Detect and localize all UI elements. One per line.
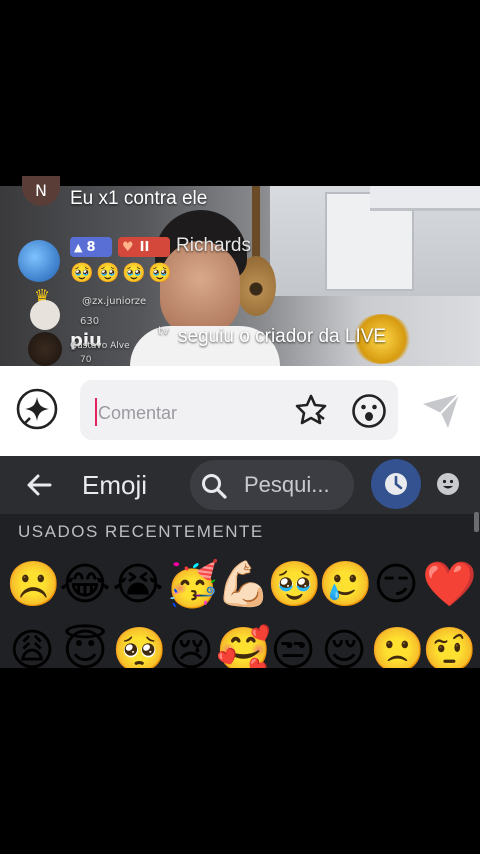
keyboard-title: Emoji: [82, 470, 148, 500]
back-arrow-icon[interactable]: [22, 468, 56, 502]
emoji-key[interactable]: ❤️: [422, 558, 477, 612]
chat-message-1: Eu x1 contra ele: [70, 188, 208, 209]
chat-subtext-3: 630: [80, 316, 100, 327]
comment-input[interactable]: [96, 398, 280, 428]
letterbox-bottom: [0, 668, 480, 854]
level-badge: ▲ 8: [70, 237, 112, 257]
sticker-icon[interactable]: [294, 393, 328, 427]
emoji-key[interactable]: 🥲: [318, 558, 373, 612]
chat-subtext-4: Gustavo Alve: [70, 341, 130, 351]
scrollbar[interactable]: [474, 512, 479, 532]
fan-badge: ♥ II: [118, 237, 170, 257]
background-shelf: [370, 186, 480, 211]
follow-prefix: tv: [158, 324, 169, 337]
chat-username-2[interactable]: Richards: [176, 235, 251, 257]
emoji-key[interactable]: ☹️: [6, 558, 61, 612]
sparkle-icon[interactable]: [16, 388, 58, 430]
emoji-key[interactable]: 🥹: [267, 558, 322, 612]
smileys-category-icon[interactable]: [436, 472, 460, 496]
section-label-recent: USADOS RECENTEMENTE: [18, 522, 264, 541]
triangle-icon: ▲: [74, 240, 83, 254]
chat-count-4: 70: [80, 355, 92, 365]
recent-tab[interactable]: [371, 459, 421, 509]
emoji-key[interactable]: 🥳: [165, 558, 220, 612]
chat-emoji: 🥹: [70, 262, 94, 284]
emoji-key[interactable]: 😂: [59, 558, 111, 612]
follow-message: seguiu o criador da LIVE: [178, 326, 387, 347]
clock-icon: [385, 473, 407, 495]
heart-icon: ♥: [122, 239, 134, 255]
guitar-neck: [252, 186, 260, 266]
emoji-key[interactable]: 💪🏻: [216, 558, 271, 612]
chat-avatar-3[interactable]: [30, 300, 60, 330]
chat-avatar-2[interactable]: [18, 240, 60, 282]
chat-username-3[interactable]: @zx.juniorze: [82, 296, 146, 307]
level-number: 8: [86, 239, 96, 255]
fan-level: II: [139, 239, 150, 255]
chat-emoji: 🥹: [122, 262, 146, 284]
emoji-smiley-icon[interactable]: [351, 393, 387, 429]
chat-avatar-4[interactable]: [28, 332, 62, 366]
emoji-search-placeholder: Pesqui...: [244, 472, 330, 497]
chat-emoji: 🥹: [96, 262, 120, 284]
chat-emoji: 🥹: [148, 262, 172, 284]
search-icon: [202, 474, 227, 499]
emoji-key[interactable]: 😭: [112, 558, 164, 612]
send-icon[interactable]: [420, 390, 462, 432]
avatar-initial: N: [35, 181, 47, 200]
emoji-key[interactable]: 😏: [370, 558, 422, 612]
